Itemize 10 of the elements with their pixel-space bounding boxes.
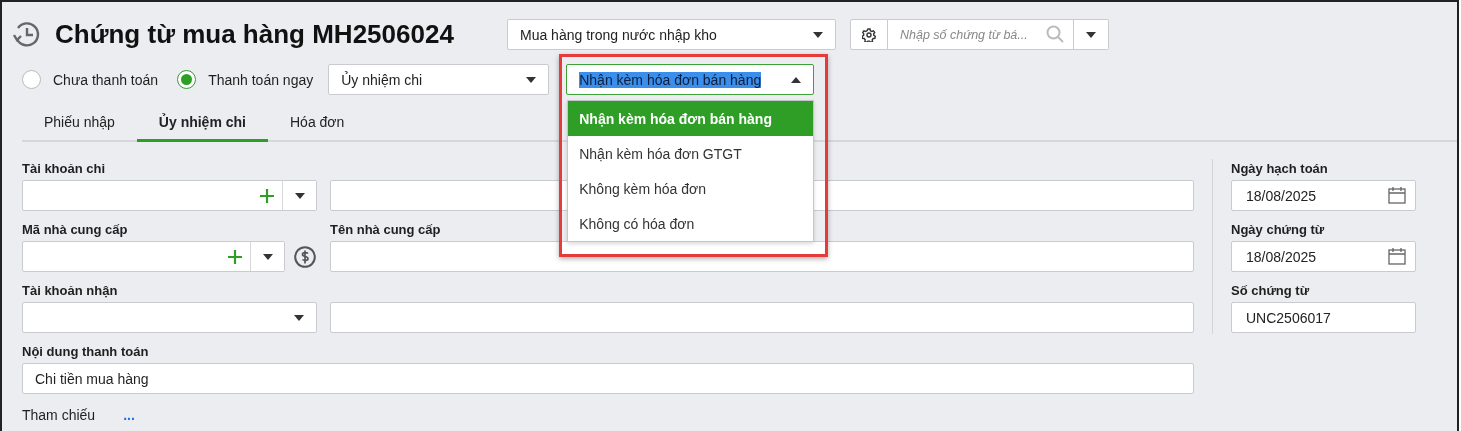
field-label: Nội dung thanh toán (22, 343, 149, 361)
page-title: Chứng từ mua hàng MH2506024 (55, 19, 455, 50)
field-label: Ngày hạch toán (1231, 160, 1328, 178)
field-label: Tham chiếu (22, 407, 96, 423)
field-label: Mã nhà cung cấp (22, 221, 128, 239)
field-label: Ngày chứng từ (1231, 221, 1325, 239)
field-label: Số chứng từ (1231, 282, 1310, 300)
field-label: Tên nhà cung cấp (330, 221, 441, 239)
field-label: Tài khoản chi (22, 160, 106, 178)
field-label: Tài khoản nhận (22, 282, 118, 300)
